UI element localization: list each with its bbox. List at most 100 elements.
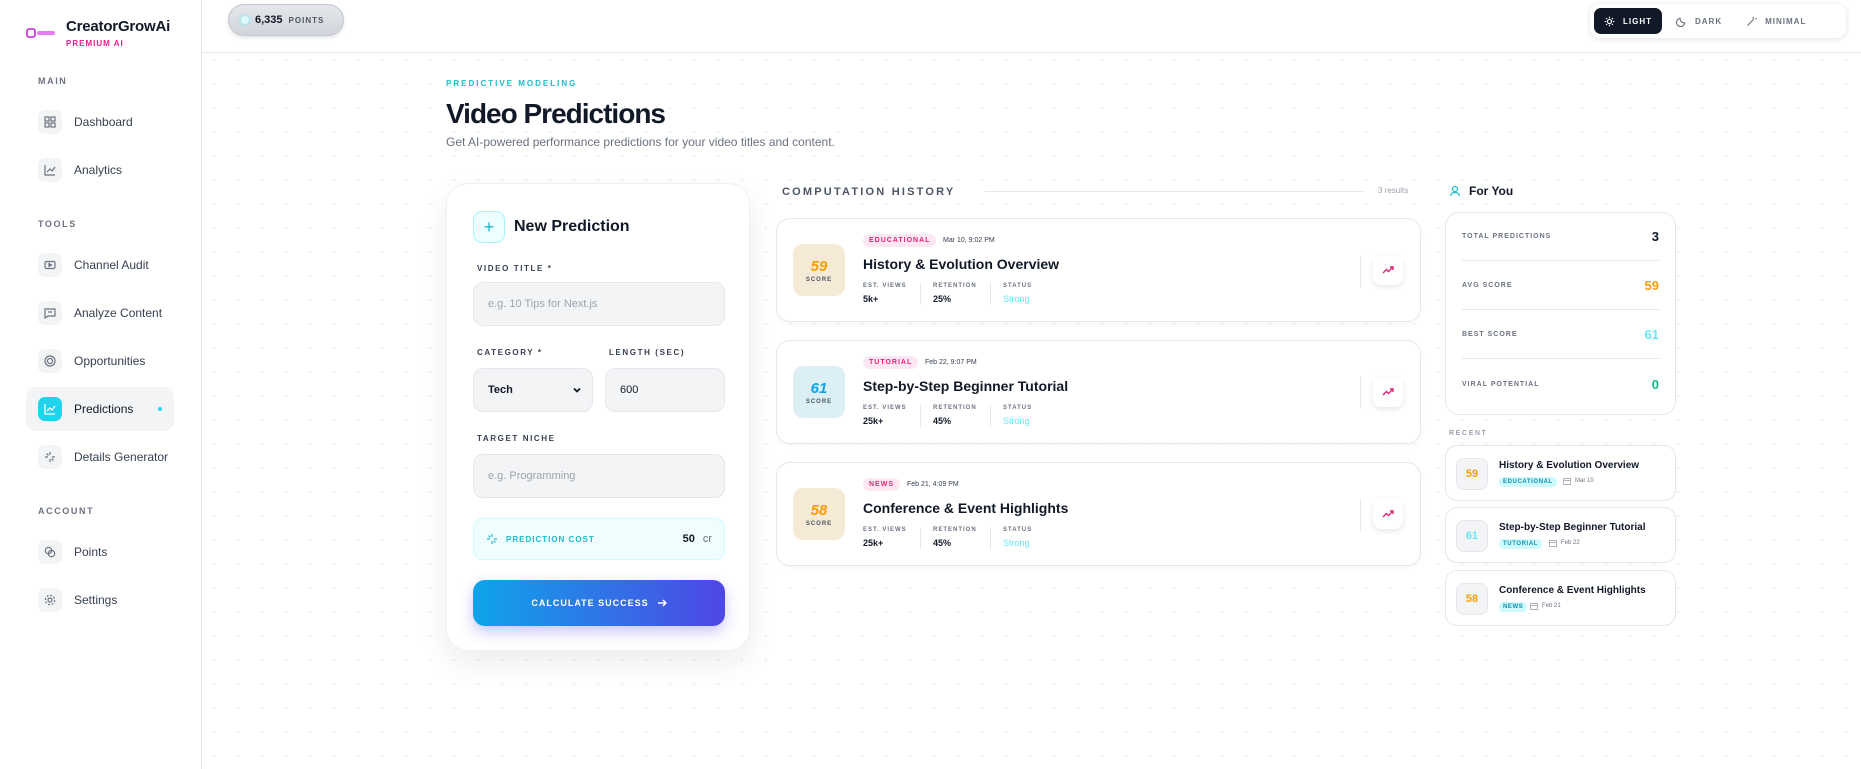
sidebar-item-label: Analytics [74, 163, 123, 177]
card-divider [1360, 255, 1361, 287]
points-balance[interactable]: 6,335 POINTS [228, 4, 344, 36]
status-label: STATUS [1003, 405, 1033, 411]
moon-icon [1676, 17, 1686, 27]
button-label: CALCULATE SUCCESS [531, 598, 649, 608]
sidebar-item-channel-audit[interactable]: Channel Audit [26, 243, 174, 287]
sidebar: CreatorGrowAi PREMIUM AI MAIN Dashboard … [0, 0, 202, 769]
wand-icon [1747, 16, 1758, 26]
status-value: Strong [1003, 416, 1030, 426]
views-value: 25k+ [863, 416, 884, 426]
category-tag: EDUCATIONAL [863, 234, 937, 247]
for-you-title: For You [1469, 184, 1514, 198]
status-label: STATUS [1003, 527, 1033, 533]
history-card[interactable]: 58 SCORE NEWS Feb 21, 4:09 PM Conference… [776, 462, 1421, 566]
sidebar-item-label: Points [74, 545, 108, 559]
brand[interactable]: CreatorGrowAi PREMIUM AI [26, 18, 170, 48]
metric-divider [920, 527, 921, 549]
recent-date: Feb 21 [1530, 602, 1561, 610]
target-icon [38, 349, 62, 373]
prediction-title: History & Evolution Overview [863, 256, 1060, 272]
cost-label: PREDICTION COST [506, 534, 595, 544]
retention-value: 45% [933, 416, 952, 426]
cost-value: 50 [682, 533, 695, 545]
sparkle-icon [38, 445, 62, 469]
sidebar-item-label: Predictions [74, 402, 134, 416]
score-value: 61 [810, 379, 828, 397]
arrow-right-icon [657, 599, 667, 607]
sidebar-item-analyze-content[interactable]: Analyze Content [26, 291, 174, 335]
points-icon [241, 16, 249, 24]
metric-divider [920, 405, 921, 427]
calculate-success-button[interactable]: CALCULATE SUCCESS [473, 580, 725, 626]
video-title-label: VIDEO TITLE * [477, 264, 553, 273]
recent-item[interactable]: 61 Step-by-Step Beginner Tutorial TUTORI… [1445, 507, 1676, 563]
sidebar-item-opportunities[interactable]: Opportunities [26, 339, 174, 383]
sidebar-item-label: Opportunities [74, 354, 146, 368]
new-prediction-card: + New Prediction VIDEO TITLE * e.g. 10 T… [446, 183, 750, 651]
recent-item[interactable]: 58 Conference & Event Highlights NEWS Fe… [1445, 570, 1676, 626]
trend-button[interactable] [1373, 499, 1403, 529]
video-title-input[interactable]: e.g. 10 Tips for Next.js [473, 282, 725, 326]
sidebar-item-dashboard[interactable]: Dashboard [26, 100, 174, 144]
sidebar-item-details-generator[interactable]: Details Generator [26, 435, 174, 479]
page-subtitle: Get AI-powered performance predictions f… [446, 135, 835, 149]
dashboard-icon [38, 110, 62, 134]
coins-icon [38, 540, 62, 564]
score-value: 58 [810, 501, 828, 519]
theme-minimal-button[interactable]: MINIMAL [1736, 8, 1816, 34]
status-value: Strong [1003, 538, 1030, 548]
theme-light-button[interactable]: LIGHT [1594, 8, 1662, 34]
retention-label: RETENTION [933, 527, 977, 533]
theme-label: DARK [1695, 16, 1723, 26]
sidebar-item-settings[interactable]: Settings [26, 578, 174, 622]
points-value: 6,335 [255, 14, 283, 26]
recent-score: 59 [1456, 458, 1488, 490]
sidebar-item-points[interactable]: Points [26, 530, 174, 574]
length-input[interactable]: 600 [605, 368, 725, 412]
sidebar-item-predictions[interactable]: Predictions [26, 387, 174, 431]
recent-date-text: Mar 10 [1575, 478, 1594, 484]
history-card[interactable]: 61 SCORE TUTORIAL Feb 22, 9:07 PM Step-b… [776, 340, 1421, 444]
prediction-date: Feb 21, 4:09 PM [907, 481, 959, 488]
sidebar-item-analytics[interactable]: Analytics [26, 148, 174, 192]
prediction-title: Conference & Event Highlights [863, 500, 1069, 516]
recent-tag: NEWS [1499, 602, 1528, 612]
trend-button[interactable] [1373, 377, 1403, 407]
trending-up-icon [1382, 266, 1394, 274]
recent-date-text: Feb 22 [1561, 540, 1580, 546]
stat-value: 0 [1651, 376, 1659, 392]
recent-item[interactable]: 59 History & Evolution Overview EDUCATIO… [1445, 445, 1676, 501]
brand-logo-icon [26, 20, 56, 46]
stat-value: 61 [1644, 327, 1659, 342]
calendar-icon [1549, 540, 1557, 547]
metric-divider [990, 405, 991, 427]
recent-title: History & Evolution Overview [1499, 460, 1640, 471]
chevron-down-icon [573, 387, 581, 393]
length-label: LENGTH (SEC) [609, 348, 686, 357]
score-label: SCORE [805, 398, 833, 405]
retention-value: 25% [933, 294, 952, 304]
trend-button[interactable] [1373, 255, 1403, 285]
nav-section-tools: TOOLS [38, 219, 77, 229]
target-niche-input[interactable]: e.g. Programming [473, 454, 725, 498]
category-tag: TUTORIAL [863, 356, 919, 369]
nav-section-main: MAIN [38, 76, 68, 86]
nav-section-account: ACCOUNT [38, 506, 95, 516]
views-value: 25k+ [863, 538, 884, 548]
history-count: 3 results [1378, 186, 1409, 195]
views-label: EST. VIEWS [863, 527, 907, 533]
sun-icon [1604, 16, 1615, 26]
theme-dark-button[interactable]: DARK [1666, 8, 1732, 34]
brand-tier: PREMIUM AI [66, 39, 124, 48]
category-value: Tech [488, 384, 513, 396]
sidebar-item-label: Details Generator [74, 450, 169, 464]
history-divider [985, 191, 1363, 192]
prediction-date: Mar 10, 9:02 PM [943, 237, 995, 244]
score-label: SCORE [805, 276, 833, 283]
history-card[interactable]: 59 SCORE EDUCATIONAL Mar 10, 9:02 PM His… [776, 218, 1421, 322]
stat-label: BEST SCORE [1462, 331, 1518, 338]
stat-label: AVG SCORE [1462, 282, 1513, 289]
page-title: Video Predictions [446, 98, 666, 129]
category-select[interactable]: Tech [473, 368, 593, 412]
retention-label: RETENTION [933, 405, 977, 411]
